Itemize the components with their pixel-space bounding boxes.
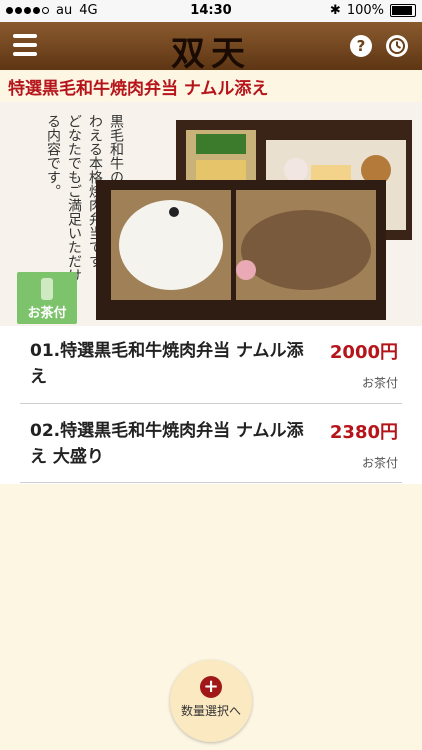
item-name: 01.特選黒毛和牛焼肉弁当 ナムル添え [30,341,304,387]
quantity-select-label: 数量選択へ [180,704,241,718]
bluetooth-icon: ✱ [329,3,341,18]
item-name: 02.特選黒毛和牛焼肉弁当 ナムル添え 大盛り [30,421,304,467]
clock-icon[interactable] [386,35,408,57]
logo-text: 双天 [171,34,251,74]
product-title: 特選黒毛和牛焼肉弁当 ナムル添え [8,79,269,99]
item-price: 2380円 [329,422,398,443]
list-item[interactable]: 01.特選黒毛和牛焼肉弁当 ナムル添え 2000円 お茶付 [20,326,402,402]
divider [20,482,402,483]
item-note: お茶付 [361,456,398,470]
tea-badge-label: お茶付 [27,306,67,321]
navigation-bar: 双天 ? [0,22,422,74]
quantity-select-button[interactable]: + 数量選択へ [170,660,252,742]
bento-photo [96,120,412,320]
divider [20,403,402,404]
plus-icon: + [200,676,222,698]
help-question-icon[interactable]: ? [350,35,372,57]
status-bar: au 4G 14:30 ✱ 100% [0,0,422,22]
battery-percent: 100% [346,3,384,18]
battery-icon [390,4,416,17]
bottle-icon [41,278,53,300]
tea-included-badge: お茶付 [17,272,77,324]
menu-item-list: 01.特選黒毛和牛焼肉弁当 ナムル添え 2000円 お茶付 02.特選黒毛和牛焼… [0,326,422,484]
item-price: 2000円 [329,342,398,363]
list-item[interactable]: 02.特選黒毛和牛焼肉弁当 ナムル添え 大盛り 2380円 お茶付 [20,406,402,482]
item-note: お茶付 [361,376,398,390]
